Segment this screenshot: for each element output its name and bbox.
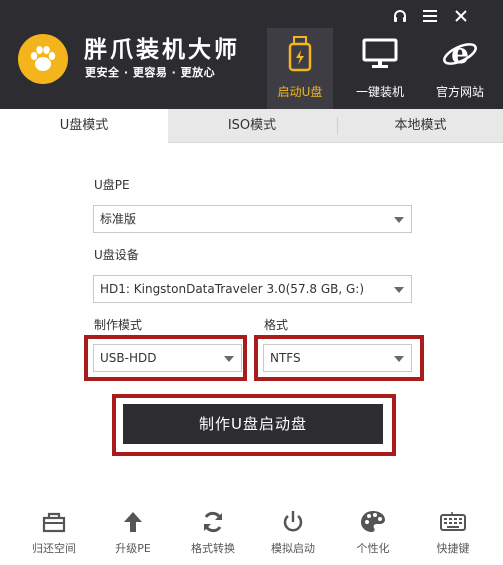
app-title: 胖爪装机大师 [84,37,240,63]
power-icon [258,508,328,536]
format-select-value: NTFS [270,351,301,365]
mode-label: 制作模式 [94,318,143,332]
make-usb-boot-button[interactable]: 制作U盘启动盘 [123,404,383,444]
tool-label: 模拟启动 [271,542,315,555]
tool-restore-space[interactable]: 归还空间 [19,508,89,560]
keyboard-icon [418,508,488,536]
tool-label: 快捷键 [436,542,470,555]
tool-shortcuts[interactable]: 快捷键 [418,508,488,560]
tool-label: 归还空间 [32,542,76,555]
nav-official-site[interactable]: e 官方网站 [427,28,493,109]
upgrade-arrow-icon [98,508,168,536]
mode-select[interactable]: USB-HDD [93,344,242,372]
restore-space-icon [19,508,89,536]
palette-icon [338,508,408,536]
paw-logo-icon [18,34,68,84]
app-tagline: 更安全 · 更容易 · 更放心 [85,66,216,79]
chevron-down-icon [224,356,234,362]
format-select[interactable]: NTFS [263,344,412,372]
svg-text:e: e [451,37,469,70]
chevron-down-icon [394,287,404,293]
tool-upgrade-pe[interactable]: 升级PE [98,508,168,560]
chevron-down-icon [394,217,404,223]
tab-iso-mode[interactable]: ISO模式 [168,109,336,143]
device-select[interactable]: HD1: KingstonDataTraveler 3.0(57.8 GB, G… [93,275,412,303]
nav-label: 一键装机 [355,85,404,99]
tool-label: 格式转换 [191,542,235,555]
nav-one-click-install[interactable]: 一键装机 [347,28,413,109]
device-label: U盘设备 [94,248,139,262]
menu-icon[interactable] [420,6,440,26]
format-label: 格式 [264,318,289,332]
tool-simulate-boot[interactable]: 模拟启动 [258,508,328,560]
nav-usb-boot[interactable]: 启动U盘 [267,28,333,109]
pe-label: U盘PE [94,178,130,192]
device-select-value: HD1: KingstonDataTraveler 3.0(57.8 GB, G… [100,282,365,296]
nav-label: 启动U盘 [277,85,323,99]
pe-select[interactable]: 标准版 [93,205,412,233]
tab-usb-mode[interactable]: U盘模式 [0,109,168,144]
convert-refresh-icon [178,508,248,536]
ie-browser-icon: e [427,36,493,72]
usb-drive-icon [267,36,333,72]
nav-label: 官方网站 [435,85,484,99]
app-header: 胖爪装机大师 更安全 · 更容易 · 更放心 启动U盘 一键装机 e 官方网站 [0,0,503,109]
close-icon[interactable] [451,6,471,26]
mode-tabs: U盘模式 ISO模式 本地模式 [0,109,503,144]
headset-icon[interactable] [390,6,410,26]
pe-select-value: 标准版 [100,212,137,226]
tab-local-mode[interactable]: 本地模式 [338,109,503,143]
tool-format-convert[interactable]: 格式转换 [178,508,248,560]
monitor-icon [347,36,413,72]
mode-select-value: USB-HDD [100,351,157,365]
tool-label: 升级PE [115,542,151,555]
chevron-down-icon [394,356,404,362]
tool-label: 个性化 [356,542,390,555]
tool-personalize[interactable]: 个性化 [338,508,408,560]
